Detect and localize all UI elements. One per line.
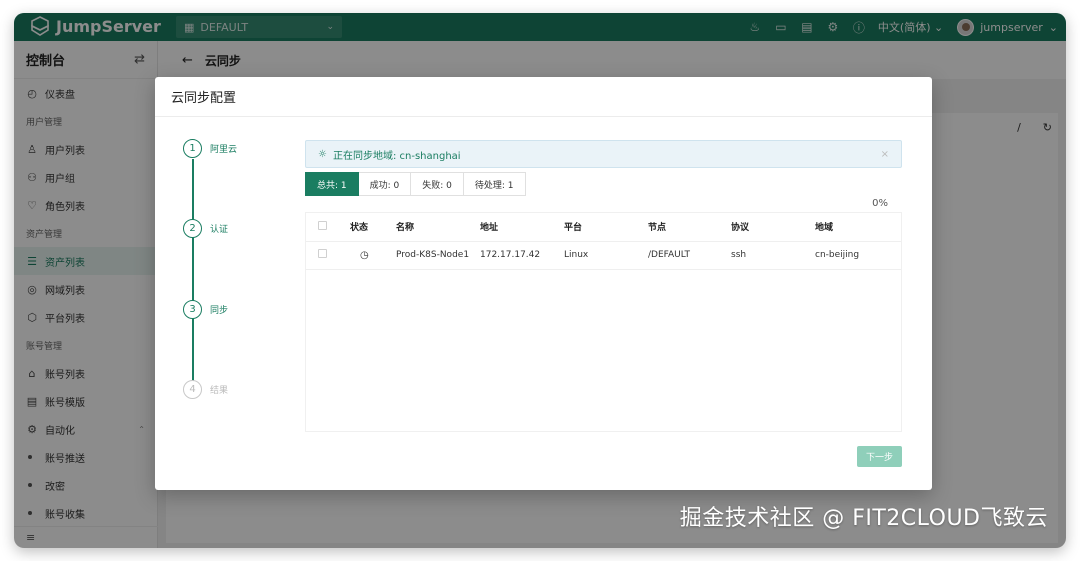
step-4: 4 结果 [183, 380, 228, 399]
progress-text: 0% [872, 198, 888, 209]
step-3: 3 同步 [183, 300, 228, 319]
step-label: 同步 [210, 306, 229, 316]
tab-pending[interactable]: 待处理: 1 [463, 172, 526, 196]
cell-platform: Linux [564, 241, 648, 270]
cloud-sync-dialog: 云同步配置 1 阿里云 2 认证 3 同步 4 结果 ☼ 正在同步地域: cn-… [155, 77, 932, 490]
alert-text: 正在同步地域: cn-shanghai [332, 150, 461, 162]
step-label: 结果 [210, 386, 229, 396]
dialog-title: 云同步配置 [155, 77, 932, 117]
clock-icon: ◷ [360, 249, 369, 261]
tab-failed[interactable]: 失败: 0 [411, 172, 464, 196]
cell-region: cn-beijing [815, 241, 901, 270]
cell-protocol: ssh [731, 241, 815, 270]
sync-content: ☼ 正在同步地域: cn-shanghai × 总共: 1 成功: 0 失败: … [305, 140, 902, 432]
result-tabs: 总共: 1 成功: 0 失败: 0 待处理: 1 [305, 172, 902, 196]
tab-total[interactable]: 总共: 1 [305, 172, 359, 196]
sync-status-alert: ☼ 正在同步地域: cn-shanghai × [305, 140, 902, 168]
watermark: 掘金技术社区 @ FIT2CLOUD飞致云 [679, 506, 1048, 531]
cell-name: Prod-K8S-Node1 [396, 241, 480, 270]
select-all-cell [306, 213, 350, 242]
loading-icon: ☼ [318, 148, 327, 160]
cell-address: 172.17.17.42 [480, 241, 564, 270]
steps: 1 阿里云 2 认证 3 同步 4 结果 [183, 139, 283, 399]
col-protocol: 协议 [731, 213, 815, 242]
step-number: 4 [183, 380, 202, 399]
step-1: 1 阿里云 [183, 139, 237, 158]
table-row[interactable]: ◷ Prod-K8S-Node1 172.17.17.42 Linux /DEF… [306, 241, 901, 270]
step-number: 2 [183, 219, 202, 238]
col-status: 状态 [350, 213, 396, 242]
row-checkbox[interactable] [318, 249, 327, 258]
close-icon[interactable]: × [881, 149, 889, 160]
step-label: 阿里云 [210, 145, 238, 155]
col-platform: 平台 [564, 213, 648, 242]
asset-table: 状态 名称 地址 平台 节点 协议 地域 ◷ Prod-K8S-Node1 17… [305, 212, 902, 432]
step-label: 认证 [210, 225, 229, 235]
col-name: 名称 [396, 213, 480, 242]
app-window: JumpServer ▦ DEFAULT ⌄ ♨ ▭ ▤ ⚙ ⓘ 中文(简体) … [14, 13, 1066, 548]
col-address: 地址 [480, 213, 564, 242]
tab-success[interactable]: 成功: 0 [358, 172, 412, 196]
cell-node: /DEFAULT [648, 241, 731, 270]
select-all-checkbox[interactable] [318, 220, 327, 230]
step-line [192, 159, 194, 389]
col-region: 地域 [815, 213, 901, 242]
table-header-row: 状态 名称 地址 平台 节点 协议 地域 [306, 213, 901, 242]
step-number: 3 [183, 300, 202, 319]
status-cell: ◷ [350, 241, 396, 270]
step-2: 2 认证 [183, 219, 228, 238]
col-node: 节点 [648, 213, 731, 242]
row-select-cell [306, 241, 350, 270]
step-number: 1 [183, 139, 202, 158]
next-button[interactable]: 下一步 [857, 446, 902, 467]
